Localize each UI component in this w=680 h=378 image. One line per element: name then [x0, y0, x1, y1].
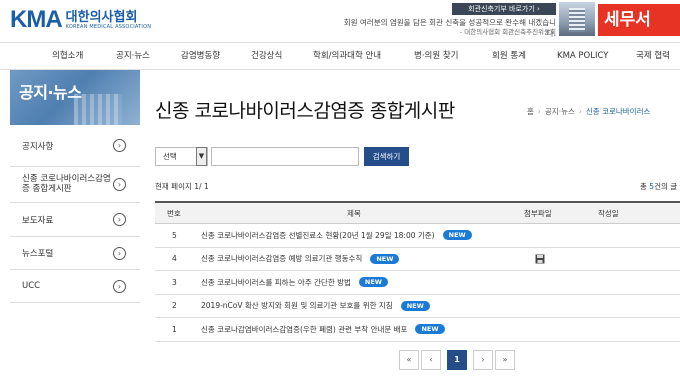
tax-banner[interactable]: 세무서	[598, 4, 680, 36]
nav-item-international[interactable]: 국제 협력	[636, 43, 670, 69]
circle-arrow-right-icon: ›	[113, 279, 126, 293]
page-title: 신종 코로나바이러스감염증 종합게시판	[155, 100, 455, 122]
campaign-donation-button[interactable]: 회관신축기부 바로가기 ›	[452, 3, 556, 15]
circle-arrow-right-icon: ›	[113, 139, 126, 152]
breadcrumb-current[interactable]: 신종 코로나바이러스	[586, 107, 650, 116]
sidebar-item-label: 뉴스포털	[22, 249, 54, 259]
circle-arrow-right-icon: ›	[113, 246, 126, 260]
new-badge: NEW	[442, 230, 472, 241]
table-header: 번호 제목 첨부파일 작성일	[155, 203, 680, 224]
post-title-link[interactable]: 신종 코로나바이러스를 피하는 아주 간단한 방법	[201, 277, 351, 288]
new-badge: NEW	[370, 253, 400, 264]
breadcrumb-news[interactable]: 공지·뉴스	[545, 107, 575, 116]
breadcrumb: 홈 › 공지·뉴스 › 신종 코로나바이러스	[527, 107, 651, 116]
row-number: 1	[172, 324, 177, 334]
column-header-date: 작성일	[598, 208, 619, 218]
new-badge: NEW	[358, 277, 388, 288]
table-row[interactable]: 4 신종 코로나바이러스감염증 예방 의료기관 행동수칙 NEW	[155, 248, 680, 271]
nav-item-societies[interactable]: 학회/의과대학 안내	[313, 43, 381, 69]
post-title-link[interactable]: 신종 코로나감염바이러스감염증(우한 폐렴) 관련 부착 안내문 배포	[201, 324, 407, 335]
row-number: 3	[172, 277, 177, 287]
circle-arrow-right-icon: ›	[113, 213, 126, 226]
table-row[interactable]: 1 신종 코로나감염바이러스감염증(우한 폐렴) 관련 부착 안내문 배포 NEW	[155, 318, 680, 342]
sidebar-item-press-releases[interactable]: 보도자료 ›	[10, 203, 140, 237]
prev-page-button[interactable]: ‹	[421, 350, 441, 370]
current-page-info: 현재 페이지 1/ 1	[155, 182, 209, 191]
table-row[interactable]: 2 2019-nCoV 확산 방지와 회원 및 의료기관 보호를 위한 지침 NE…	[155, 295, 680, 318]
sidebar-title-banner: 공지·뉴스	[10, 70, 140, 125]
column-header-attachment: 첨부파일	[524, 208, 552, 218]
sidebar-item-notices[interactable]: 공지사항 ›	[10, 125, 140, 167]
logo-english-name: KOREAN MEDICAL ASSOCIATION	[65, 23, 152, 30]
pagination: « ‹ 1 › »	[399, 350, 517, 371]
site-header: KMA 대한의사협회 KOREAN MEDICAL ASSOCIATION 회관…	[0, 0, 680, 42]
building-image	[559, 2, 595, 36]
search-type-select[interactable]: 선택 ▼	[155, 147, 208, 166]
post-title-link[interactable]: 2019-nCoV 확산 방지와 회원 및 의료기관 보호를 위한 지침	[201, 300, 393, 311]
sidebar-item-label: 보도자료	[22, 215, 54, 226]
search-type-value: 선택	[163, 152, 177, 161]
nav-item-find-hospital[interactable]: 병·의원 찾기	[414, 43, 459, 69]
row-number: 5	[172, 230, 177, 240]
nav-item-news[interactable]: 공지·뉴스	[116, 43, 150, 69]
search-input[interactable]	[211, 147, 359, 166]
column-header-title: 제목	[347, 208, 361, 218]
post-title-link[interactable]: 신종 코로나바이러스감염증 예방 의료기관 행동수칙	[201, 253, 362, 264]
logo-korean-name: 대한의사협회	[65, 9, 138, 25]
row-number: 2	[172, 301, 177, 311]
page-1-button[interactable]: 1	[447, 350, 467, 370]
first-page-button[interactable]: «	[399, 350, 419, 370]
nav-item-disease-trends[interactable]: 감염병동향	[181, 43, 220, 69]
table-row[interactable]: 3 신종 코로나바이러스를 피하는 아주 간단한 방법 NEW	[155, 271, 680, 295]
row-number: 4	[172, 254, 177, 264]
breadcrumb-home[interactable]: 홈	[527, 107, 534, 116]
next-page-button[interactable]: ›	[473, 350, 493, 370]
search-button[interactable]: 검색하기	[364, 147, 409, 166]
sidebar-item-news-portal[interactable]: 뉴스포털 ›	[10, 237, 140, 270]
column-header-no: 번호	[167, 208, 181, 218]
nav-item-kma-policy[interactable]: KMA POLICY	[557, 43, 608, 69]
kma-logo[interactable]: KMA 대한의사협회 KOREAN MEDICAL ASSOCIATION	[10, 5, 151, 35]
sidebar-item-label: UCC	[22, 281, 41, 291]
sidebar-item-coronavirus-board[interactable]: 신종 코로나바이러스감염증 종합게시판 ›	[10, 167, 140, 203]
sidebar-item-label: 공지사항	[22, 141, 54, 152]
floppy-disk-icon[interactable]	[535, 248, 545, 271]
circle-arrow-right-icon: ›	[113, 178, 126, 191]
logo-mark: KMA	[10, 6, 63, 33]
sidebar-item-ucc[interactable]: UCC ›	[10, 270, 140, 303]
post-title-link[interactable]: 신종 코로나바이러스감염증 선별진료소 현황(20년 1월 29일 18:00 …	[201, 230, 435, 241]
new-badge: NEW	[415, 324, 445, 335]
last-page-button[interactable]: »	[495, 350, 515, 370]
sidebar-item-label: 신종 코로나바이러스감염증 종합게시판	[22, 173, 111, 194]
global-nav: 의협소개 공지·뉴스 감염병동향 건강상식 학회/의과대학 안내 병·의원 찾기…	[0, 42, 680, 70]
nav-item-health-info[interactable]: 건강상식	[251, 43, 282, 69]
total-count: 총 5건의 글	[640, 182, 678, 191]
sidebar-title: 공지·뉴스	[19, 83, 82, 102]
sidebar-menu: 공지사항 › 신종 코로나바이러스감염증 종합게시판 › 보도자료 › 뉴스포털…	[10, 125, 140, 303]
nav-item-about[interactable]: 의협소개	[52, 43, 83, 69]
table-row[interactable]: 5 신종 코로나바이러스감염증 선별진료소 현황(20년 1월 29일 18:0…	[155, 224, 680, 248]
campaign-subtext: - 대한의사협회 회관신축추진위원회	[459, 28, 556, 36]
nav-item-member-stats[interactable]: 회원 통계	[492, 43, 526, 69]
chevron-down-icon[interactable]: ▼	[196, 147, 207, 166]
new-badge: NEW	[400, 300, 430, 311]
post-table: 번호 제목 첨부파일 작성일 5 신종 코로나바이러스감염증 선별진료소 현황(…	[155, 201, 680, 342]
